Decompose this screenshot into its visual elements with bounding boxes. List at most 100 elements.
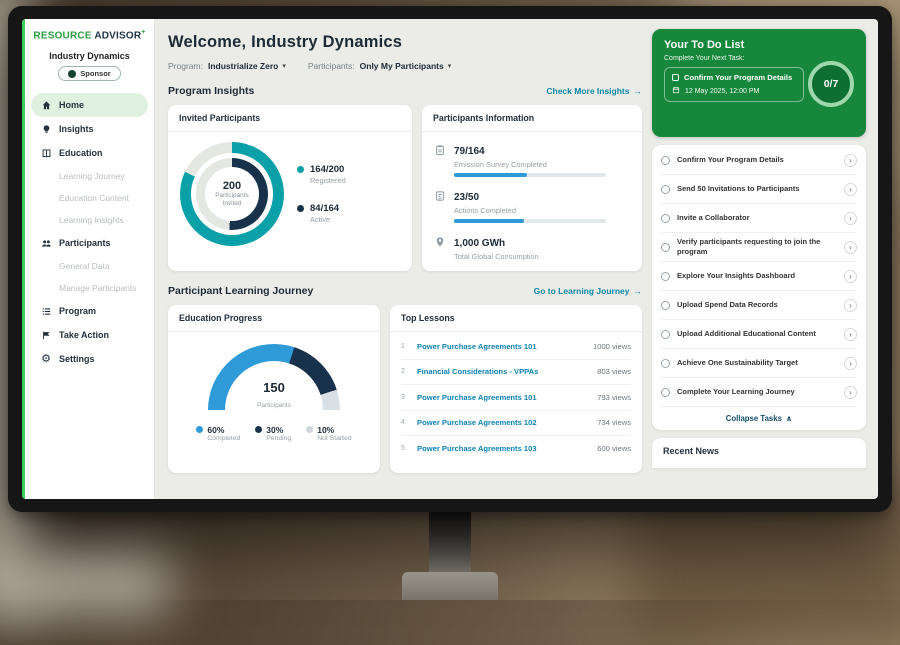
- link-label: Check More Insights: [546, 86, 629, 96]
- sidebar-item-general-data[interactable]: General Data: [25, 255, 154, 277]
- card-title: Participants Information: [422, 105, 642, 132]
- task-row[interactable]: Verify participants requesting to join t…: [661, 233, 857, 262]
- chevron-down-icon: ▾: [448, 62, 452, 70]
- task-checkbox[interactable]: [661, 301, 670, 310]
- sidebar-item-learning-insights[interactable]: Learning Insights: [25, 209, 154, 231]
- next-task[interactable]: Confirm Your Program Details 12 May 2025…: [664, 67, 804, 102]
- donut-legend: 164/200 Registered 84/164 Active: [297, 164, 346, 224]
- legend-value: 84/164: [310, 203, 339, 214]
- task-checkbox[interactable]: [661, 243, 670, 252]
- progress-bar: [454, 219, 606, 223]
- lesson-views: 734 views: [597, 418, 631, 427]
- chevron-right-icon[interactable]: ›: [844, 183, 857, 196]
- sidebar-item-label: Education Content: [59, 193, 129, 203]
- lesson-row[interactable]: 4 Power Purchase Agreements 102 734 view…: [401, 411, 631, 437]
- sidebar-item-participants[interactable]: Participants: [31, 231, 148, 255]
- task-row[interactable]: Invite a Collaborator ›: [661, 204, 857, 233]
- sidebar-item-settings[interactable]: ⚙ Settings: [31, 347, 148, 371]
- lesson-rank: 5: [401, 445, 409, 452]
- gauge-center-value: 150: [208, 381, 340, 394]
- lesson-views: 1000 views: [593, 342, 631, 351]
- task-checkbox[interactable]: [661, 359, 670, 368]
- task-row[interactable]: Confirm Your Program Details ›: [661, 146, 857, 175]
- lesson-link[interactable]: Power Purchase Agreements 101: [417, 393, 589, 402]
- home-icon: [40, 100, 52, 111]
- task-checkbox[interactable]: [661, 185, 670, 194]
- chevron-right-icon[interactable]: ›: [844, 212, 857, 225]
- stat-actions-completed: 23/50 Actions Completed: [434, 187, 630, 223]
- section-title-program-insights: Program Insights: [168, 85, 254, 97]
- todo-task-list: Confirm Your Program Details › Send 50 I…: [652, 145, 866, 430]
- legend-dot: [255, 426, 262, 433]
- go-to-learning-journey-link[interactable]: Go to Learning Journey →: [534, 286, 642, 296]
- legend-label: Completed: [207, 435, 240, 442]
- chevron-right-icon[interactable]: ›: [844, 270, 857, 283]
- task-checkbox[interactable]: [661, 388, 670, 397]
- participants-select[interactable]: Only My Participants ▾: [360, 61, 452, 71]
- lesson-link[interactable]: Power Purchase Agreements 103: [417, 444, 589, 453]
- lesson-link[interactable]: Power Purchase Agreements 102: [417, 418, 589, 427]
- sponsor-badge[interactable]: Sponsor: [58, 66, 120, 81]
- task-row[interactable]: Upload Spend Data Records ›: [661, 291, 857, 320]
- legend-dot: [297, 166, 304, 173]
- sidebar-item-label: Manage Participants: [59, 283, 137, 293]
- progress-fill: [454, 219, 524, 223]
- lesson-row[interactable]: 1 Power Purchase Agreements 101 1000 vie…: [401, 334, 631, 360]
- task-row[interactable]: Explore Your Insights Dashboard ›: [661, 262, 857, 291]
- legend-label: Registered: [310, 176, 346, 185]
- task-row[interactable]: Complete Your Learning Journey ›: [661, 378, 857, 407]
- chevron-right-icon[interactable]: ›: [844, 328, 857, 341]
- task-row[interactable]: Send 50 Invitations to Participants ›: [661, 175, 857, 204]
- lesson-views: 793 views: [597, 393, 631, 402]
- sponsor-label: Sponsor: [80, 69, 110, 78]
- sidebar-item-education-content[interactable]: Education Content: [25, 187, 154, 209]
- task-checkbox[interactable]: [661, 156, 670, 165]
- check-more-insights-link[interactable]: Check More Insights →: [546, 86, 642, 96]
- task-checkbox[interactable]: [661, 214, 670, 223]
- lesson-row[interactable]: 2 Financial Considerations - VPPAs 803 v…: [401, 360, 631, 386]
- lesson-link[interactable]: Financial Considerations - VPPAs: [417, 367, 589, 376]
- sidebar-item-program[interactable]: Program: [31, 299, 148, 323]
- lesson-rank: 3: [401, 394, 409, 401]
- chevron-right-icon[interactable]: ›: [844, 386, 857, 399]
- sidebar-item-label: Take Action: [59, 330, 109, 340]
- checkbox-icon[interactable]: [672, 74, 679, 81]
- collapse-tasks-link[interactable]: Collapse Tasks ∧: [661, 407, 857, 429]
- task-checkbox[interactable]: [661, 330, 670, 339]
- lesson-row[interactable]: 3 Power Purchase Agreements 101 793 view…: [401, 385, 631, 411]
- legend-dot: [306, 426, 313, 433]
- legend-label: Not Started: [317, 435, 351, 442]
- monitor-bezel: RESOURCE ADVISOR+ Industry Dynamics Spon…: [8, 6, 892, 512]
- program-select[interactable]: Industrialize Zero ▾: [208, 61, 286, 71]
- chevron-right-icon[interactable]: ›: [844, 241, 857, 254]
- main-content: Welcome, Industry Dynamics Program: Indu…: [168, 19, 642, 499]
- participants-filter: Participants: Only My Participants ▾: [308, 61, 451, 71]
- chevron-right-icon[interactable]: ›: [844, 154, 857, 167]
- invited-donut: 200 Participants Invited: [180, 142, 284, 246]
- lesson-row[interactable]: 5 Power Purchase Agreements 103 600 view…: [401, 436, 631, 462]
- task-row[interactable]: Achieve One Sustainability Target ›: [661, 349, 857, 378]
- task-checkbox[interactable]: [661, 272, 670, 281]
- sidebar-item-education[interactable]: Education: [31, 141, 148, 165]
- progress-bar: [454, 173, 606, 177]
- sidebar-item-manage-participants[interactable]: Manage Participants: [25, 277, 154, 299]
- sidebar-item-insights[interactable]: Insights: [31, 117, 148, 141]
- chevron-right-icon[interactable]: ›: [844, 299, 857, 312]
- sidebar-item-label: Participants: [59, 238, 111, 248]
- sidebar-item-home[interactable]: Home: [31, 93, 148, 117]
- task-row[interactable]: Upload Additional Educational Content ›: [661, 320, 857, 349]
- sidebar-item-label: General Data: [59, 261, 110, 271]
- sidebar-item-learning-journey[interactable]: Learning Journey: [25, 165, 154, 187]
- sponsor-icon: [68, 70, 76, 78]
- sidebar-item-take-action[interactable]: Take Action: [31, 323, 148, 347]
- gauge-center-caption: Participants: [257, 402, 291, 409]
- task-label: Explore Your Insights Dashboard: [677, 271, 837, 281]
- task-label: Achieve One Sustainability Target: [677, 358, 837, 368]
- task-label: Send 50 Invitations to Participants: [677, 184, 837, 194]
- lesson-link[interactable]: Power Purchase Agreements 101: [417, 342, 585, 351]
- stat-value: 79/164: [454, 146, 485, 157]
- background-blur: [10, 545, 170, 615]
- sidebar-item-label: Learning Insights: [59, 215, 124, 225]
- chevron-right-icon[interactable]: ›: [844, 357, 857, 370]
- arrow-right-icon: →: [634, 286, 643, 296]
